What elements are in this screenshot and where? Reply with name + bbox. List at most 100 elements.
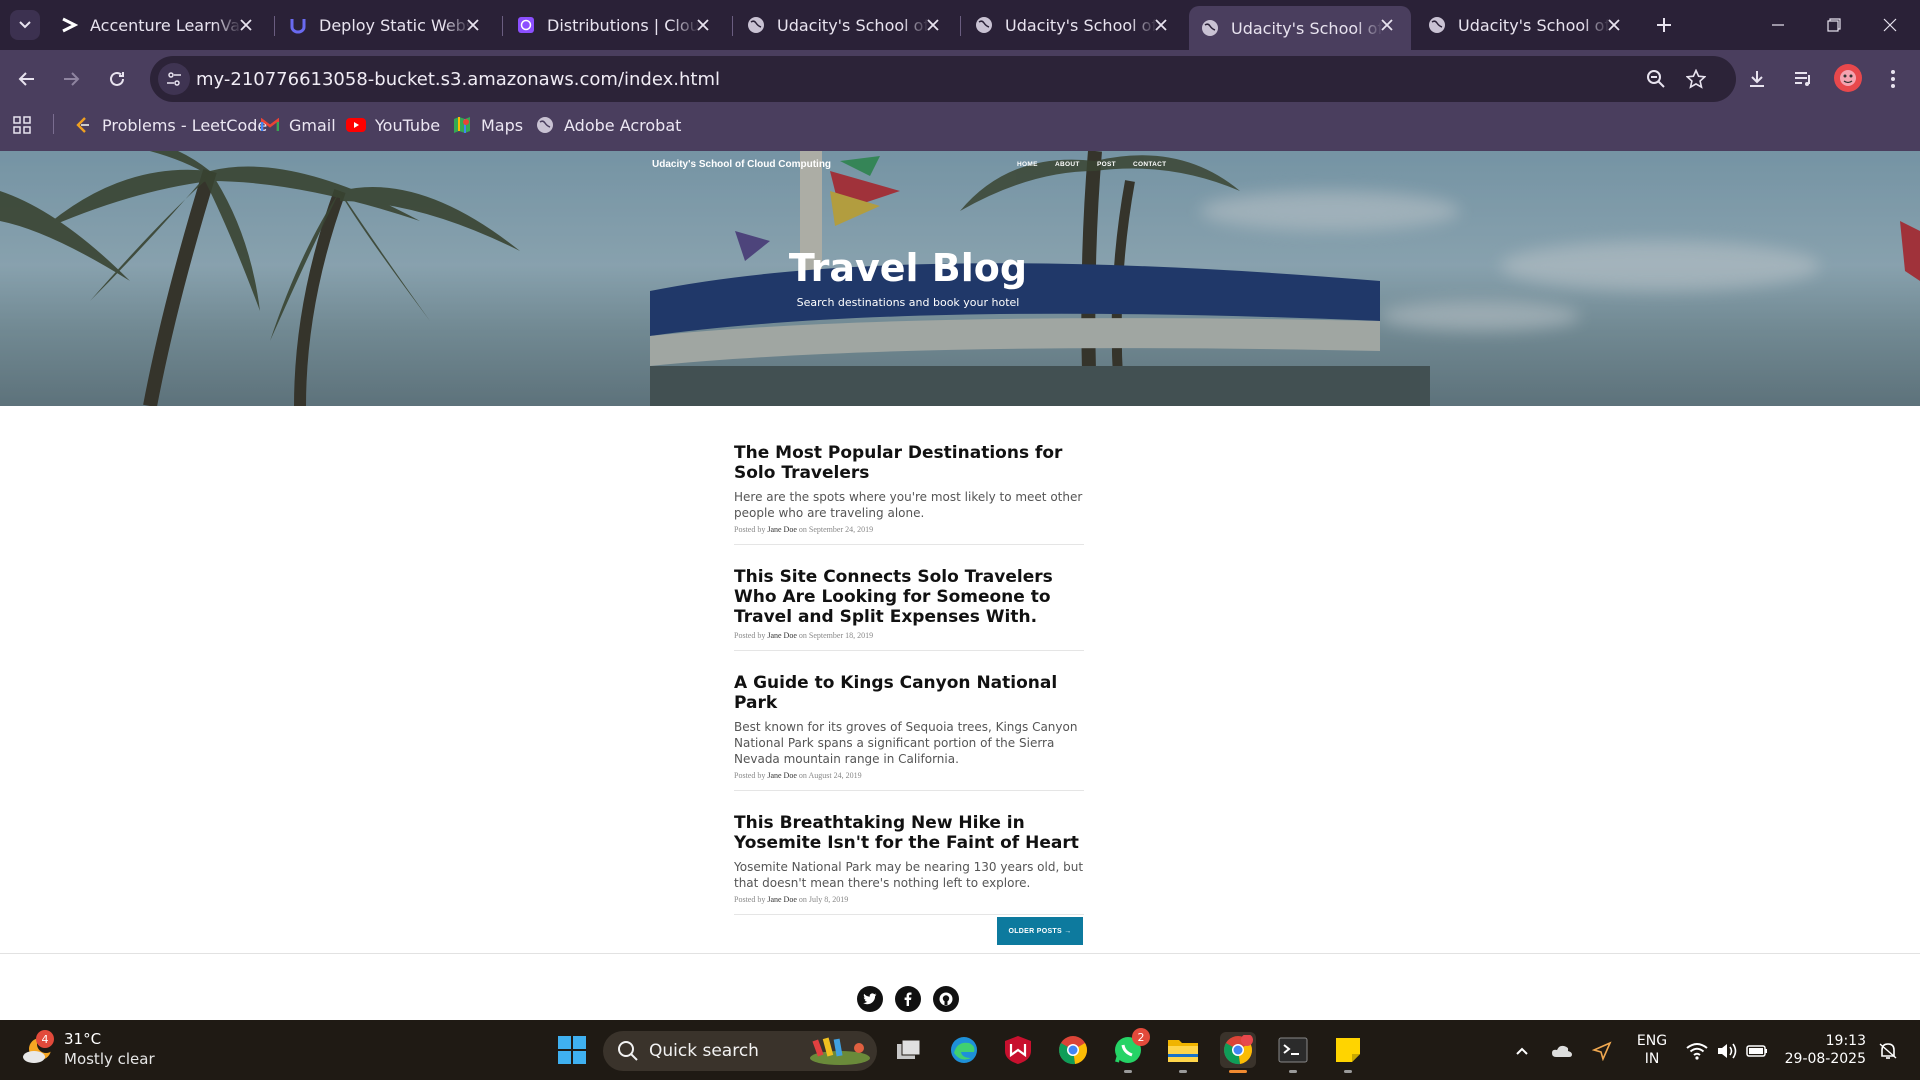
post-preview[interactable]: This Site Connects Solo Travelers Who Ar… (734, 567, 1084, 651)
meta-suffix: on August 24, 2019 (796, 771, 862, 780)
bookmark-youtube[interactable]: YouTube (346, 113, 440, 137)
close-icon[interactable] (1377, 15, 1397, 35)
terminal-app[interactable] (1275, 1032, 1311, 1068)
nav-about[interactable]: ABOUT (1055, 161, 1080, 168)
nav-post[interactable]: POST (1097, 161, 1116, 168)
bookmark-divider (53, 114, 54, 134)
close-icon[interactable] (1604, 15, 1624, 35)
clock-time: 19:13 (1825, 1033, 1866, 1049)
show-hidden-icons-button[interactable] (1510, 1040, 1534, 1062)
post-preview[interactable]: The Most Popular Destinations for Solo T… (734, 443, 1084, 545)
wifi-button[interactable] (1685, 1040, 1709, 1062)
profile-avatar[interactable] (1834, 64, 1862, 92)
downloads-button[interactable] (1742, 64, 1772, 94)
facebook-link[interactable] (895, 986, 921, 1012)
post-preview[interactable]: This Breathtaking New Hike in Yosemite I… (734, 813, 1084, 915)
tab-udacity-school-1[interactable]: Udacity's School of Cloud (735, 6, 957, 44)
tab-search-button[interactable] (10, 10, 40, 40)
close-icon[interactable] (463, 15, 483, 35)
language-code: ENG (1636, 1033, 1668, 1049)
forward-button[interactable] (56, 64, 86, 94)
back-button[interactable] (12, 64, 42, 94)
bookmark-adobe-acrobat[interactable]: Adobe Acrobat (535, 113, 681, 137)
sticky-note-icon (1336, 1038, 1360, 1062)
site-info-button[interactable] (158, 63, 190, 95)
volume-button[interactable] (1715, 1040, 1739, 1062)
meta-suffix: on September 24, 2019 (796, 525, 874, 534)
meta-prefix: Posted by (734, 631, 768, 640)
star-icon[interactable] (1684, 67, 1708, 91)
close-icon[interactable] (1151, 15, 1171, 35)
tab-udacity-school-active[interactable]: Udacity's School of Cloud (1189, 6, 1411, 50)
tab-udacity-school-2[interactable]: Udacity's School of Cloud (963, 6, 1185, 44)
bookmark-leetcode[interactable]: Problems - LeetCode (73, 113, 267, 137)
tab-accenture[interactable]: Accenture LearnVantage (48, 6, 270, 44)
close-icon[interactable] (236, 15, 256, 35)
taskbar-search[interactable]: Quick search (603, 1031, 877, 1071)
chrome-app[interactable] (1055, 1032, 1091, 1068)
bookmark-maps[interactable]: Maps (452, 113, 523, 137)
post-author[interactable]: Jane Doe (767, 525, 797, 534)
running-indicator (1344, 1070, 1352, 1073)
menu-button[interactable] (1878, 64, 1908, 94)
tab-separator (960, 16, 961, 36)
nav-home[interactable]: HOME (1017, 161, 1038, 168)
address-bar[interactable]: my-210776613058-bucket.s3.amazonaws.com/… (150, 56, 1736, 102)
media-controls-button[interactable] (1788, 64, 1818, 94)
system-clock[interactable]: 19:13 29-08-2025 (1780, 1032, 1866, 1068)
reload-button[interactable] (102, 64, 132, 94)
onedrive-button[interactable] (1550, 1040, 1574, 1062)
battery-button[interactable] (1745, 1040, 1769, 1062)
meta-suffix: on July 8, 2019 (796, 895, 849, 904)
weather-widget[interactable]: 4 (22, 1030, 56, 1067)
bookmark-label: Adobe Acrobat (564, 115, 682, 135)
accenture-icon (60, 16, 78, 34)
notifications-button[interactable] (1876, 1040, 1900, 1062)
close-icon[interactable] (923, 15, 943, 35)
edge-app[interactable] (946, 1032, 982, 1068)
post-subtitle: Yosemite National Park may be nearing 13… (734, 860, 1084, 890)
task-view-button[interactable] (891, 1032, 927, 1068)
chrome-profile-app[interactable] (1220, 1032, 1256, 1068)
edge-icon (951, 1037, 977, 1063)
sticky-notes-app[interactable] (1330, 1032, 1366, 1068)
tab-title: Udacity's School of Cloud (777, 15, 929, 35)
tab-udacity-school-4[interactable]: Udacity's School of Cloud (1416, 6, 1638, 44)
tab-cloudfront[interactable]: Distributions | CloudFront (505, 6, 727, 44)
post-title[interactable]: This Breathtaking New Hike in Yosemite I… (734, 813, 1084, 853)
url-text[interactable]: my-210776613058-bucket.s3.amazonaws.com/… (196, 69, 720, 90)
location-button[interactable] (1590, 1040, 1614, 1062)
post-author[interactable]: Jane Doe (767, 771, 797, 780)
older-posts-button[interactable]: OLDER POSTS → (997, 917, 1083, 945)
restore-button[interactable] (1806, 0, 1862, 50)
post-meta: Posted by Jane Doe on September 18, 2019 (734, 631, 1084, 640)
nav-contact[interactable]: CONTACT (1133, 161, 1166, 168)
post-title[interactable]: This Site Connects Solo Travelers Who Ar… (734, 567, 1084, 627)
whatsapp-app[interactable]: 2 (1110, 1028, 1150, 1068)
post-preview[interactable]: A Guide to Kings Canyon National Park Be… (734, 673, 1084, 791)
close-icon[interactable] (693, 15, 713, 35)
language-indicator[interactable]: ENG IN (1634, 1032, 1670, 1068)
new-tab-button[interactable] (1650, 10, 1678, 40)
bookmark-gmail[interactable]: Gmail (260, 113, 336, 137)
apps-button[interactable] (13, 116, 31, 138)
file-explorer-app[interactable] (1165, 1032, 1201, 1068)
twitter-link[interactable] (857, 986, 883, 1012)
site-brand[interactable]: Udacity's School of Cloud Computing (652, 159, 831, 170)
post-title[interactable]: The Most Popular Destinations for Solo T… (734, 443, 1084, 483)
close-window-button[interactable] (1862, 0, 1918, 50)
zoom-icon[interactable] (1644, 67, 1668, 91)
start-button[interactable] (554, 1032, 590, 1068)
minimize-button[interactable] (1750, 0, 1806, 50)
weather-description: Mostly clear (64, 1050, 155, 1068)
weather-badge: 4 (36, 1030, 54, 1048)
post-title[interactable]: A Guide to Kings Canyon National Park (734, 673, 1084, 713)
gmail-icon (260, 115, 280, 135)
running-indicator (1124, 1070, 1132, 1073)
meta-prefix: Posted by (734, 525, 768, 534)
post-author[interactable]: Jane Doe (767, 895, 797, 904)
mcafee-app[interactable] (1000, 1032, 1036, 1068)
github-link[interactable] (933, 986, 959, 1012)
post-author[interactable]: Jane Doe (767, 631, 797, 640)
tab-udacity-deploy[interactable]: Deploy Static Website (277, 6, 497, 44)
